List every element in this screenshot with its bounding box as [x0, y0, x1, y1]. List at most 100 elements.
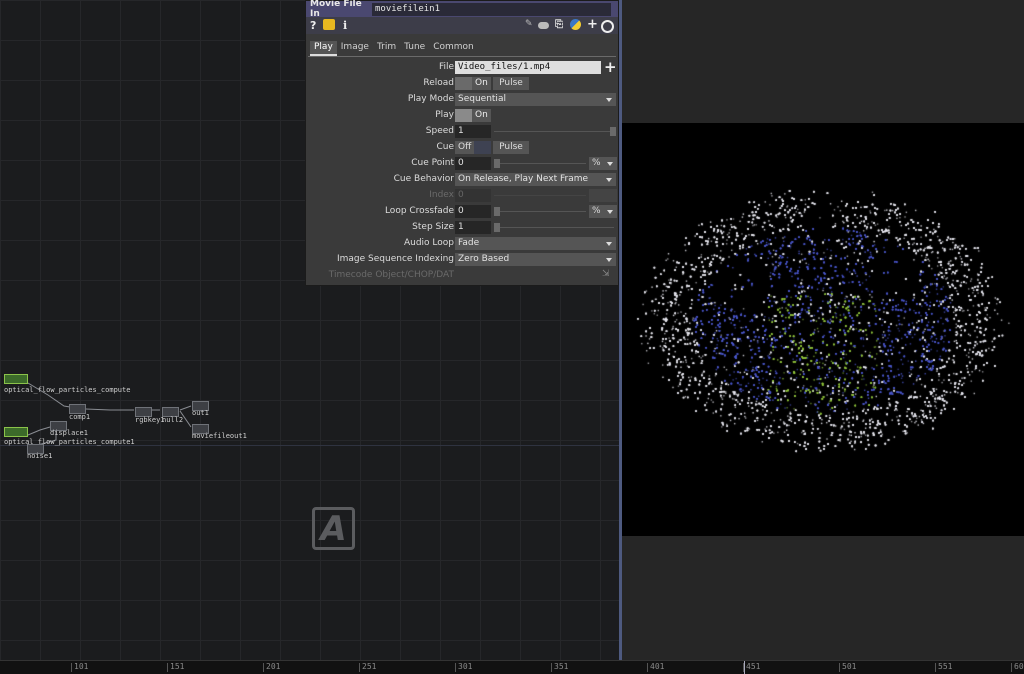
info-icon[interactable]: i — [343, 19, 347, 32]
viewer-image — [622, 123, 1024, 536]
cue-point-field[interactable]: 0 — [455, 157, 491, 170]
play-mode-menu[interactable]: Sequential — [455, 93, 616, 106]
add-file-icon[interactable]: + — [604, 58, 617, 76]
cue-toggle-label: Off — [458, 142, 472, 152]
app-logo-icon: A — [312, 507, 355, 550]
param-audio-loop: Audio Loop Fade — [306, 237, 618, 251]
param-cue: Cue Off Pulse — [306, 141, 618, 155]
tab-trim[interactable]: Trim — [373, 41, 400, 54]
cue-toggle[interactable]: Off — [455, 141, 491, 154]
timeline-tick: 551 — [934, 662, 953, 672]
param-label-speed: Speed — [425, 126, 454, 136]
timeline-tick: 451 — [742, 662, 761, 672]
node-label-optical-flow-particles-compute: optical_flow_particles_compute — [4, 386, 131, 394]
param-label-loop-crossfade: Loop Crossfade — [384, 206, 454, 216]
tab-tune[interactable]: Tune — [400, 41, 429, 54]
edit-icon[interactable]: ✎ — [525, 19, 533, 29]
tab-play[interactable]: Play — [310, 41, 337, 56]
add-icon[interactable]: + — [587, 17, 598, 32]
param-file: File Video_files/1.mp4 + — [306, 58, 618, 76]
cue-point-slider-knob[interactable] — [494, 159, 500, 168]
panel-toolbar: ? i ✎ ⎘ + — [306, 17, 618, 34]
python-icon[interactable] — [570, 19, 581, 30]
param-label-image-sequence-indexing: Image Sequence Indexing — [337, 254, 454, 264]
param-cue-behavior: Cue Behavior On Release, Play Next Frame — [306, 173, 618, 187]
cue-behavior-menu[interactable]: On Release, Play Next Frame — [455, 173, 616, 186]
speed-slider[interactable] — [494, 131, 614, 132]
param-label-reload: Reload — [423, 78, 454, 88]
param-play: Play On — [306, 109, 618, 123]
speed-slider-knob[interactable] — [610, 127, 616, 136]
param-image-sequence-indexing: Image Sequence Indexing Zero Based — [306, 253, 618, 267]
loop-crossfade-slider-knob[interactable] — [494, 207, 500, 216]
speed-field[interactable]: 1 — [455, 125, 491, 138]
index-field: 0 — [455, 189, 491, 202]
cue-point-unit-menu[interactable]: % — [589, 157, 617, 170]
node-label-rgbkey1: rgbkey1 — [135, 416, 165, 424]
param-step-size: Step Size 1 — [306, 221, 618, 235]
node-label-out1: out1 — [192, 409, 209, 417]
node-optical-flow-particles-compute1[interactable] — [4, 427, 28, 437]
node-optical-flow-particles-compute[interactable] — [4, 374, 28, 384]
loop-crossfade-field[interactable]: 0 — [455, 205, 491, 218]
timeline-bar[interactable]: 101 151 201 251 301 351 401 451 501 551 … — [0, 660, 1024, 674]
param-speed: Speed 1 — [306, 125, 618, 139]
param-label-play-mode: Play Mode — [407, 94, 454, 104]
param-reload: Reload On Pulse — [306, 77, 618, 91]
cue-pulse-button[interactable]: Pulse — [493, 141, 529, 154]
loop-crossfade-unit-menu[interactable]: % — [589, 205, 617, 218]
comment-icon[interactable] — [538, 22, 549, 29]
reload-pulse-button[interactable]: Pulse — [493, 77, 529, 90]
param-label-timecode-object: Timecode Object/CHOP/DAT — [328, 270, 454, 280]
param-label-play: Play — [435, 110, 454, 120]
help-icon[interactable]: ? — [310, 19, 316, 32]
param-label-file: File — [438, 62, 454, 72]
timeline-tick: 201 — [262, 662, 281, 672]
tab-image[interactable]: Image — [337, 41, 373, 54]
step-size-slider[interactable] — [494, 227, 614, 228]
play-toggle-indicator — [455, 109, 472, 122]
timeline-tick: 601 — [1010, 662, 1024, 672]
operator-name-field[interactable]: moviefilein1 — [372, 2, 611, 16]
timeline-tick: 101 — [70, 662, 89, 672]
timeline-tick: 301 — [454, 662, 473, 672]
param-label-cue: Cue — [436, 142, 454, 152]
particle-render-canvas — [622, 123, 1024, 536]
python-help-icon[interactable] — [323, 19, 335, 30]
target-icon[interactable] — [601, 20, 614, 33]
reload-toggle-indicator — [455, 77, 472, 90]
timeline-playhead[interactable] — [744, 661, 745, 674]
node-label-displace1: displace1 — [50, 429, 88, 437]
param-label-cue-point: Cue Point — [411, 158, 454, 168]
param-label-cue-behavior: Cue Behavior — [393, 174, 454, 184]
image-sequence-indexing-menu[interactable]: Zero Based — [455, 253, 616, 266]
node-label-noise1: noise1 — [27, 452, 53, 460]
timeline-tick: 501 — [838, 662, 857, 672]
index-slider — [494, 195, 586, 196]
node-label-moviefileout1: moviefileout1 — [192, 432, 247, 440]
loop-crossfade-slider[interactable] — [494, 211, 586, 212]
param-label-audio-loop: Audio Loop — [403, 238, 454, 248]
parameter-panel[interactable]: Movie File In moviefilein1 ? i ✎ ⎘ + Pla… — [305, 0, 619, 286]
cue-toggle-indicator — [474, 141, 491, 154]
cue-point-slider[interactable] — [494, 163, 586, 164]
audio-loop-menu[interactable]: Fade — [455, 237, 616, 250]
play-toggle[interactable]: On — [455, 109, 491, 122]
tab-common[interactable]: Common — [429, 41, 478, 54]
param-label-index: Index — [429, 190, 454, 200]
step-size-slider-knob[interactable] — [494, 223, 500, 232]
param-cue-point: Cue Point 0 % — [306, 157, 618, 171]
reload-toggle[interactable]: On — [455, 77, 491, 90]
timeline-tick: 251 — [358, 662, 377, 672]
index-unit-menu — [589, 189, 617, 202]
timeline-tick: 351 — [550, 662, 569, 672]
file-path-field[interactable]: Video_files/1.mp4 — [455, 61, 601, 74]
reload-toggle-label: On — [475, 78, 488, 88]
drag-reference-icon[interactable]: ⇲ — [602, 269, 610, 279]
clone-icon[interactable]: ⎘ — [555, 19, 563, 30]
step-size-field[interactable]: 1 — [455, 221, 491, 234]
tab-underline — [308, 56, 616, 57]
viewer-pane[interactable] — [622, 0, 1024, 660]
param-tabs: Play Image Trim Tune Common — [310, 41, 478, 56]
param-timecode-object: Timecode Object/CHOP/DAT ⇲ — [306, 269, 618, 283]
